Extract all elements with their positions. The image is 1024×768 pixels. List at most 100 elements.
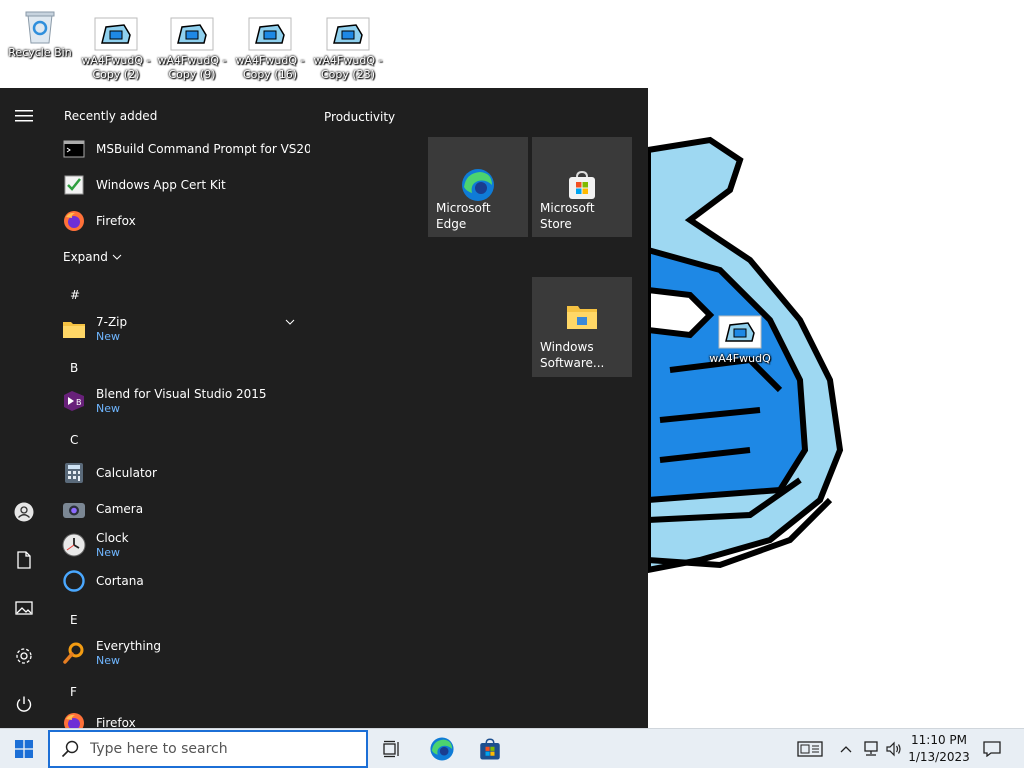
windows-logo-icon xyxy=(15,740,33,758)
taskbar-store-button[interactable] xyxy=(466,729,514,768)
app-name: Firefox xyxy=(96,715,136,729)
power-button[interactable] xyxy=(0,684,48,724)
tile-windows-software[interactable]: Windows Software... xyxy=(532,277,632,377)
app-name: Clock xyxy=(96,530,129,545)
notification-icon xyxy=(983,741,1001,757)
taskbar-edge-button[interactable] xyxy=(418,729,466,768)
desktop-icon-label: wA4FwudQ - Copy (16) xyxy=(235,54,305,81)
expand-folder-button[interactable] xyxy=(285,314,295,328)
app-item-calculator[interactable]: Calculator xyxy=(62,456,302,490)
pictures-button[interactable] xyxy=(0,588,48,628)
app-item-windows-app-cert-kit[interactable]: Windows App Cert Kit xyxy=(62,168,302,202)
app-item-firefox[interactable]: Firefox xyxy=(62,706,302,728)
app-item-everything[interactable]: Everything New xyxy=(62,636,302,670)
expand-label: Expand xyxy=(63,250,108,264)
documents-button[interactable] xyxy=(0,540,48,580)
clock-icon xyxy=(62,533,86,557)
new-badge: New xyxy=(96,545,120,559)
app-item-7zip[interactable]: 7-Zip New xyxy=(62,312,302,346)
document-icon xyxy=(17,551,31,569)
taskbar-search-box[interactable] xyxy=(48,730,368,768)
desktop-icon-recycle-bin[interactable]: Recycle Bin xyxy=(2,8,78,60)
tile-microsoft-store[interactable]: Microsoft Store xyxy=(532,137,632,237)
app-item-msbuild-prompt[interactable]: MSBuild Command Prompt for VS2015 xyxy=(62,132,310,166)
app-list: Recently added MSBuild Command Prompt fo… xyxy=(48,88,310,728)
desktop-icon-copy-2[interactable]: wA4FwudQ - Copy (2) xyxy=(78,16,154,82)
folder-icon xyxy=(62,317,86,341)
new-badge: New xyxy=(96,401,120,415)
show-hidden-icons-button[interactable] xyxy=(836,729,856,768)
letter-header-e[interactable]: E xyxy=(70,613,78,627)
letter-header-c[interactable]: C xyxy=(70,433,78,447)
firefox-icon xyxy=(62,711,86,728)
gear-icon xyxy=(16,648,32,664)
desktop-icon-copy-16[interactable]: wA4FwudQ - Copy (16) xyxy=(232,16,308,82)
letter-header-hash[interactable]: # xyxy=(70,288,80,302)
tiles-area: Productivity Microsoft Edge Microsoft St… xyxy=(310,88,648,728)
taskbar: 11:10 PM 1/13/2023 xyxy=(0,728,1024,768)
desktop-icon-wa4fwudq[interactable]: wA4FwudQ xyxy=(702,314,778,366)
letter-header-f[interactable]: F xyxy=(70,685,77,699)
tile-group-title[interactable]: Productivity xyxy=(324,110,395,124)
hamburger-menu-button[interactable] xyxy=(0,96,48,136)
store-icon xyxy=(480,738,500,760)
image-file-icon xyxy=(248,16,292,52)
network-button[interactable] xyxy=(860,729,882,768)
action-center-button[interactable] xyxy=(976,729,1008,768)
settings-button[interactable] xyxy=(0,636,48,676)
account-button[interactable] xyxy=(0,492,48,532)
volume-button[interactable] xyxy=(883,729,905,768)
tile-label: Windows Software... xyxy=(540,340,605,370)
edge-icon xyxy=(460,167,496,203)
terminal-icon xyxy=(62,137,86,161)
taskbar-clock[interactable]: 11:10 PM 1/13/2023 xyxy=(906,732,972,766)
desktop-icon-copy-9[interactable]: wA4FwudQ - Copy (9) xyxy=(154,16,230,82)
calculator-icon xyxy=(62,461,86,485)
desktop-icon-label: wA4FwudQ xyxy=(709,352,771,365)
expand-button[interactable]: Expand xyxy=(63,250,122,264)
camera-icon xyxy=(62,497,86,521)
image-file-icon xyxy=(170,16,214,52)
chevron-down-icon xyxy=(285,319,295,325)
clock-date: 1/13/2023 xyxy=(908,750,970,764)
edge-icon xyxy=(430,737,454,761)
app-item-firefox-recent[interactable]: Firefox xyxy=(62,204,302,238)
task-view-button[interactable] xyxy=(368,729,416,768)
letter-header-b[interactable]: B xyxy=(70,361,78,375)
chevron-up-icon xyxy=(840,746,852,753)
hamburger-icon xyxy=(15,110,33,122)
app-name: Camera xyxy=(96,501,144,516)
app-item-clock[interactable]: Clock New xyxy=(62,528,302,562)
tile-microsoft-edge[interactable]: Microsoft Edge xyxy=(428,137,528,237)
app-name: Windows App Cert Kit xyxy=(96,177,226,192)
desktop-icon-copy-23[interactable]: wA4FwudQ - Copy (23) xyxy=(310,16,386,82)
start-button[interactable] xyxy=(0,729,48,768)
image-file-icon xyxy=(326,16,370,52)
clock-time: 11:10 PM xyxy=(911,733,967,747)
app-name: Firefox xyxy=(96,213,136,228)
svg-text:B: B xyxy=(76,398,82,407)
folder-icon xyxy=(564,299,600,335)
certificate-icon xyxy=(62,173,86,197)
network-icon xyxy=(864,741,878,756)
store-icon xyxy=(564,167,600,203)
app-item-camera[interactable]: Camera xyxy=(62,492,302,526)
recently-added-heading: Recently added xyxy=(64,109,158,123)
search-magnifier-icon xyxy=(62,641,86,665)
tile-label: Microsoft Store xyxy=(540,201,595,231)
start-rail xyxy=(0,88,48,728)
cortana-icon xyxy=(62,569,86,593)
firefox-icon xyxy=(62,209,86,233)
image-file-icon xyxy=(94,16,138,52)
blend-icon: B xyxy=(62,389,86,413)
speaker-icon xyxy=(886,741,901,757)
picture-icon xyxy=(15,601,33,615)
app-name: Blend for Visual Studio 2015 xyxy=(96,386,267,401)
keyboard-layout-button[interactable] xyxy=(794,729,826,768)
search-input[interactable] xyxy=(90,741,350,757)
app-item-cortana[interactable]: Cortana xyxy=(62,564,302,598)
desktop-icon-label: wA4FwudQ - Copy (9) xyxy=(157,54,227,81)
app-name: Cortana xyxy=(96,573,144,588)
app-name: MSBuild Command Prompt for VS2015 xyxy=(96,141,310,156)
app-item-blend-vs2015[interactable]: B Blend for Visual Studio 2015 New xyxy=(62,384,302,418)
